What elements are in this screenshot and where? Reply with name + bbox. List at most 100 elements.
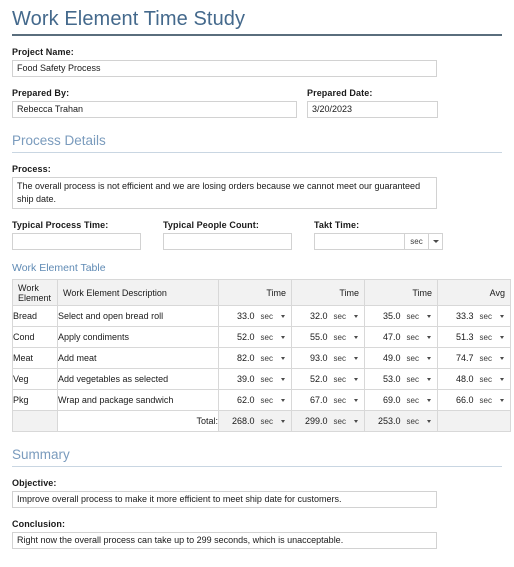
avg-unit-dropdown-button[interactable]: [497, 336, 506, 339]
time-unit-dropdown-button[interactable]: [424, 399, 433, 402]
cell-time-2[interactable]: 52.0 sec: [292, 369, 365, 390]
total-avg-empty: [438, 411, 511, 432]
time-unit-dropdown-button[interactable]: [424, 378, 433, 381]
cell-time-1[interactable]: 33.0 sec: [219, 306, 292, 327]
time-unit: sec: [261, 375, 273, 384]
table-row: Pkg Wrap and package sandwich 62.0 sec 6…: [13, 390, 511, 411]
time-unit: sec: [261, 312, 273, 321]
cell-time-1[interactable]: 62.0 sec: [219, 390, 292, 411]
total-value: 268.0: [232, 416, 255, 426]
time-unit-dropdown-button[interactable]: [278, 315, 287, 318]
cell-element: Meat: [13, 348, 58, 369]
time-value: 39.0: [237, 374, 255, 384]
prepared-date-label: Prepared Date:: [307, 87, 438, 99]
typical-process-time-input[interactable]: [12, 233, 141, 250]
prepared-row: Prepared By: Rebecca Trahan Prepared Dat…: [8, 87, 506, 118]
time-unit-dropdown-button[interactable]: [278, 399, 287, 402]
total-unit: sec: [334, 417, 346, 426]
cell-time-1[interactable]: 39.0 sec: [219, 369, 292, 390]
time-unit-dropdown-button[interactable]: [424, 336, 433, 339]
title-divider: [12, 34, 502, 36]
cell-avg[interactable]: 74.7 sec: [438, 348, 511, 369]
column-header-time-1: Time: [219, 280, 292, 306]
cell-time-2[interactable]: 93.0 sec: [292, 348, 365, 369]
total-time-2[interactable]: 299.0 sec: [292, 411, 365, 432]
chevron-down-icon: [433, 240, 439, 243]
column-header-work-element: Work Element: [13, 280, 58, 306]
process-textarea[interactable]: The overall process is not efficient and…: [12, 177, 437, 209]
project-name-input[interactable]: Food Safety Process: [12, 60, 437, 77]
cell-element: Pkg: [13, 390, 58, 411]
cell-time-3[interactable]: 47.0 sec: [365, 327, 438, 348]
avg-value: 33.3: [456, 311, 474, 321]
objective-label: Objective:: [12, 477, 506, 489]
time-unit-dropdown-button[interactable]: [351, 399, 360, 402]
work-element-time-study-page: Work Element Time Study Project Name: Fo…: [0, 6, 514, 567]
cell-avg[interactable]: 33.3 sec: [438, 306, 511, 327]
total-time-1[interactable]: 268.0 sec: [219, 411, 292, 432]
chevron-down-icon: [427, 315, 431, 318]
process-label: Process:: [12, 163, 506, 175]
avg-unit-dropdown-button[interactable]: [497, 378, 506, 381]
time-unit-dropdown-button[interactable]: [351, 378, 360, 381]
prepared-by-input[interactable]: Rebecca Trahan: [12, 101, 297, 118]
cell-time-1[interactable]: 52.0 sec: [219, 327, 292, 348]
total-unit-dropdown-button[interactable]: [424, 420, 433, 423]
total-time-3[interactable]: 253.0 sec: [365, 411, 438, 432]
time-unit-dropdown-button[interactable]: [278, 357, 287, 360]
cell-time-3[interactable]: 49.0 sec: [365, 348, 438, 369]
prepared-by-label: Prepared By:: [12, 87, 297, 99]
avg-unit-dropdown-button[interactable]: [497, 357, 506, 360]
project-name-label: Project Name:: [12, 46, 506, 58]
chevron-down-icon: [281, 378, 285, 381]
table-row: Meat Add meat 82.0 sec 93.0 sec 49.0 sec: [13, 348, 511, 369]
takt-time-input[interactable]: [314, 233, 404, 250]
time-unit: sec: [261, 333, 273, 342]
cell-time-2[interactable]: 32.0 sec: [292, 306, 365, 327]
time-value: 49.0: [383, 353, 401, 363]
avg-unit: sec: [480, 333, 492, 342]
prepared-date-input[interactable]: 3/20/2023: [307, 101, 438, 118]
cell-time-3[interactable]: 69.0 sec: [365, 390, 438, 411]
conclusion-input[interactable]: Right now the overall process can take u…: [12, 532, 437, 549]
column-header-time-2: Time: [292, 280, 365, 306]
process-details-divider: [12, 152, 502, 153]
time-value: 82.0: [237, 353, 255, 363]
cell-time-3[interactable]: 35.0 sec: [365, 306, 438, 327]
time-unit-dropdown-button[interactable]: [351, 357, 360, 360]
time-value: 32.0: [310, 311, 328, 321]
avg-unit-dropdown-button[interactable]: [497, 399, 506, 402]
time-unit-dropdown-button[interactable]: [351, 315, 360, 318]
cell-time-1[interactable]: 82.0 sec: [219, 348, 292, 369]
typical-people-count-input[interactable]: [163, 233, 292, 250]
time-unit-dropdown-button[interactable]: [278, 378, 287, 381]
takt-time-dropdown-button[interactable]: [428, 233, 443, 250]
time-unit-dropdown-button[interactable]: [278, 336, 287, 339]
time-value: 67.0: [310, 395, 328, 405]
cell-avg[interactable]: 48.0 sec: [438, 369, 511, 390]
avg-unit: sec: [480, 375, 492, 384]
total-unit-dropdown-button[interactable]: [278, 420, 287, 423]
chevron-down-icon: [354, 357, 358, 360]
cell-time-2[interactable]: 55.0 sec: [292, 327, 365, 348]
cell-time-3[interactable]: 53.0 sec: [365, 369, 438, 390]
time-unit-dropdown-button[interactable]: [351, 336, 360, 339]
avg-unit-dropdown-button[interactable]: [497, 315, 506, 318]
chevron-down-icon: [500, 357, 504, 360]
time-value: 35.0: [383, 311, 401, 321]
total-unit-dropdown-button[interactable]: [351, 420, 360, 423]
chevron-down-icon: [500, 378, 504, 381]
time-unit-dropdown-button[interactable]: [424, 315, 433, 318]
table-row: Bread Select and open bread roll 33.0 se…: [13, 306, 511, 327]
time-value: 47.0: [383, 332, 401, 342]
cell-avg[interactable]: 66.0 sec: [438, 390, 511, 411]
process-details-heading: Process Details: [12, 132, 506, 150]
time-unit: sec: [407, 375, 419, 384]
objective-input[interactable]: Improve overall process to make it more …: [12, 491, 437, 508]
time-unit-dropdown-button[interactable]: [424, 357, 433, 360]
takt-time-unit: sec: [404, 233, 428, 250]
chevron-down-icon: [500, 315, 504, 318]
cell-time-2[interactable]: 67.0 sec: [292, 390, 365, 411]
time-value: 33.0: [237, 311, 255, 321]
cell-avg[interactable]: 51.3 sec: [438, 327, 511, 348]
